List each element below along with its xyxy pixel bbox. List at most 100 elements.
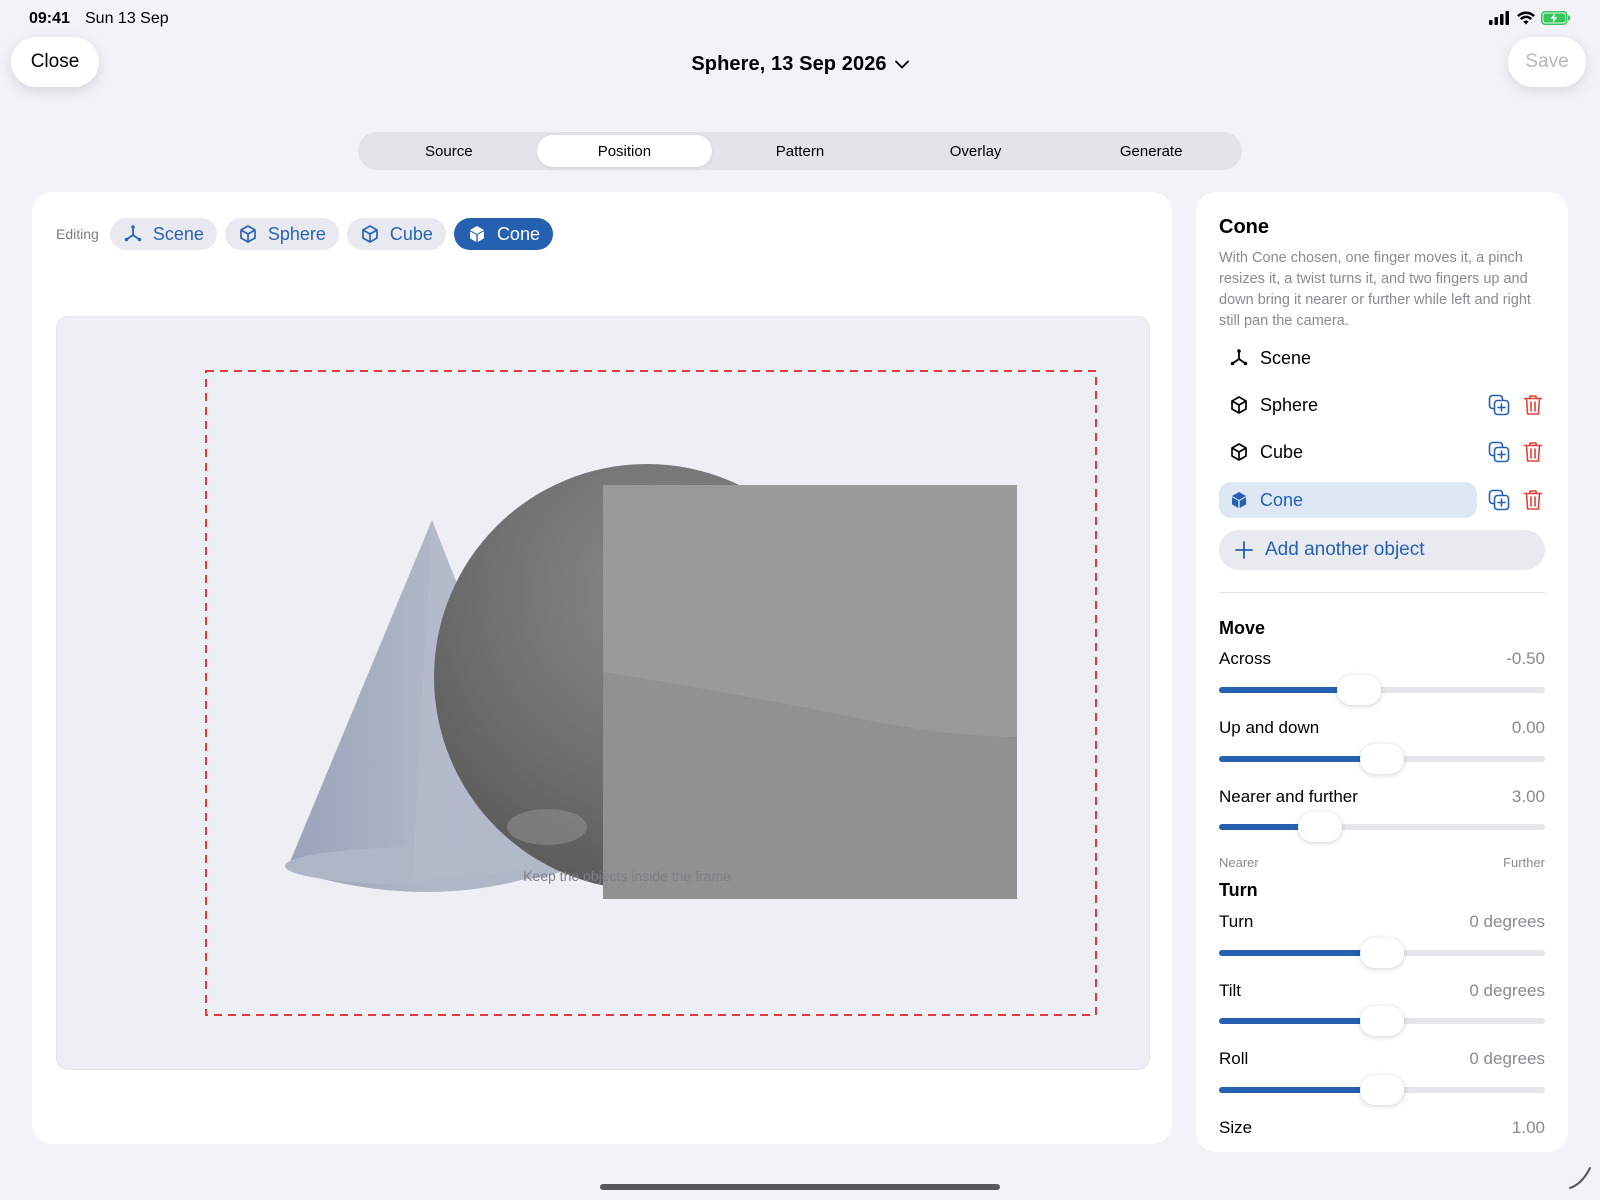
cube-outline-icon [1231,396,1247,414]
object-row-main[interactable]: Sphere [1219,387,1318,423]
duplicate-cube-button[interactable] [1487,440,1511,464]
across-value: -0.50 [1506,649,1545,668]
status-time: 09:41 [29,10,70,27]
document-title: Sphere, 13 Sep 2026 [691,52,887,75]
updown-value: 0.00 [1511,718,1545,737]
cellular-signal-icon [1489,11,1509,25]
chip-cone-label: Cone [496,223,540,244]
object-row-cube[interactable]: Cube [1219,434,1545,470]
slider-fill [1219,950,1382,956]
roll-label: Roll [1219,1049,1249,1068]
status-date: Sun 13 Sep [85,10,169,27]
cube-filled-icon [469,226,484,242]
nearer-slider[interactable] [1219,807,1545,847]
slider-fill [1219,756,1382,762]
add-object-button[interactable]: Add another object [1219,530,1545,570]
slider-thumb[interactable] [1298,812,1343,842]
save-button[interactable]: Save [1508,37,1586,87]
turn-value: 0 degrees [1469,912,1545,931]
duplicate-icon [1488,441,1510,463]
delete-cone-button[interactable] [1521,488,1545,512]
delete-cube-button[interactable] [1521,440,1545,464]
object-name: Cone [1260,489,1304,510]
object-row-main[interactable]: Scene [1219,340,1311,376]
chip-cube[interactable]: Cube [346,218,446,250]
3d-viewport[interactable] [56,316,1150,1070]
cube-object[interactable] [603,485,1017,899]
object-actions [1487,393,1545,417]
chip-scene[interactable]: Scene [109,218,217,250]
nearer-range-max: Further [1503,855,1545,870]
nearer-value: 3.00 [1511,787,1545,806]
frame-hint: Keep the objects inside the frame [523,868,731,884]
object-row-main[interactable]: Cube [1219,434,1303,470]
updown-slider[interactable] [1219,739,1545,779]
updown-label: Up and down [1219,718,1320,737]
status-bar: 09:41 Sun 13 Sep [0,0,1600,38]
chevron-down-icon [894,60,909,68]
move-section-title: Move [1219,618,1266,638]
tilt-value: 0 degrees [1469,981,1545,1000]
chip-sphere[interactable]: Sphere [224,218,339,250]
object-name: Scene [1260,347,1312,368]
chip-cone[interactable]: Cone [453,218,553,250]
trash-icon [1523,442,1543,462]
object-row-scene[interactable]: Scene [1219,340,1545,376]
duplicate-icon [1488,394,1510,416]
duplicate-sphere-button[interactable] [1487,393,1511,417]
object-actions [1487,488,1545,512]
across-label: Across [1219,649,1271,668]
nearer-range-min: Nearer [1219,855,1259,870]
turn-slider[interactable] [1219,933,1545,973]
tab-source[interactable]: Source [361,135,537,167]
duplicate-cone-button[interactable] [1487,488,1511,512]
object-inspector-panel: Cone With Cone chosen, one finger moves … [1196,192,1568,1152]
panel-description: With Cone chosen, one finger moves it, a… [1219,250,1531,329]
object-name: Sphere [1260,394,1319,415]
roll-value: 0 degrees [1469,1049,1545,1068]
tab-position[interactable]: Position [536,135,713,167]
tab-pattern[interactable]: Pattern [712,135,888,167]
scene-axes-icon [124,225,142,242]
delete-sphere-button[interactable] [1521,393,1545,417]
tilt-slider[interactable] [1219,1001,1545,1041]
chip-sphere-label: Sphere [267,223,326,244]
size-value: 1.00 [1511,1118,1545,1137]
slider-thumb[interactable] [1360,744,1404,774]
pencil-hover-mark-icon [1569,1167,1591,1189]
turn-label: Turn [1219,912,1254,931]
size-label: Size [1219,1118,1253,1137]
tilt-label: Tilt [1219,981,1242,1000]
tab-overlay[interactable]: Overlay [888,135,1064,167]
tab-generate[interactable]: Generate [1063,135,1239,167]
scene-render [205,370,1097,1016]
chip-cube-label: Cube [389,223,433,244]
trash-icon [1523,395,1543,415]
turn-section-title: Turn [1219,880,1258,900]
across-slider[interactable] [1219,670,1545,710]
object-row-sphere[interactable]: Sphere [1219,387,1545,423]
status-icons [1489,11,1571,25]
slider-thumb[interactable] [1360,1006,1404,1036]
object-name: Cube [1260,441,1304,462]
plus-icon [1235,541,1253,559]
cube-outline-icon [362,225,378,243]
object-row-main-selected[interactable]: Cone [1219,482,1477,518]
object-row-cone[interactable]: Cone [1219,482,1545,518]
roll-slider[interactable] [1219,1070,1545,1110]
scene-editor-card: Editing Scene Sphere Cube Cone Keep the … [32,192,1172,1144]
cube-outline-icon [1231,443,1247,461]
slider-fill [1219,1087,1382,1093]
editing-target-row: Editing Scene Sphere Cube Cone [56,218,561,250]
document-title-menu[interactable]: Sphere, 13 Sep 2026 [0,50,1600,78]
panel-divider [1219,592,1545,593]
slider-thumb[interactable] [1360,938,1404,968]
object-actions [1487,440,1545,464]
scene-axes-icon [1230,349,1248,366]
cube-filled-icon [1232,492,1246,508]
slider-thumb[interactable] [1337,675,1382,705]
duplicate-icon [1488,489,1510,511]
slider-thumb[interactable] [1360,1075,1404,1105]
home-indicator[interactable] [600,1184,1000,1190]
editing-label: Editing [56,226,99,242]
